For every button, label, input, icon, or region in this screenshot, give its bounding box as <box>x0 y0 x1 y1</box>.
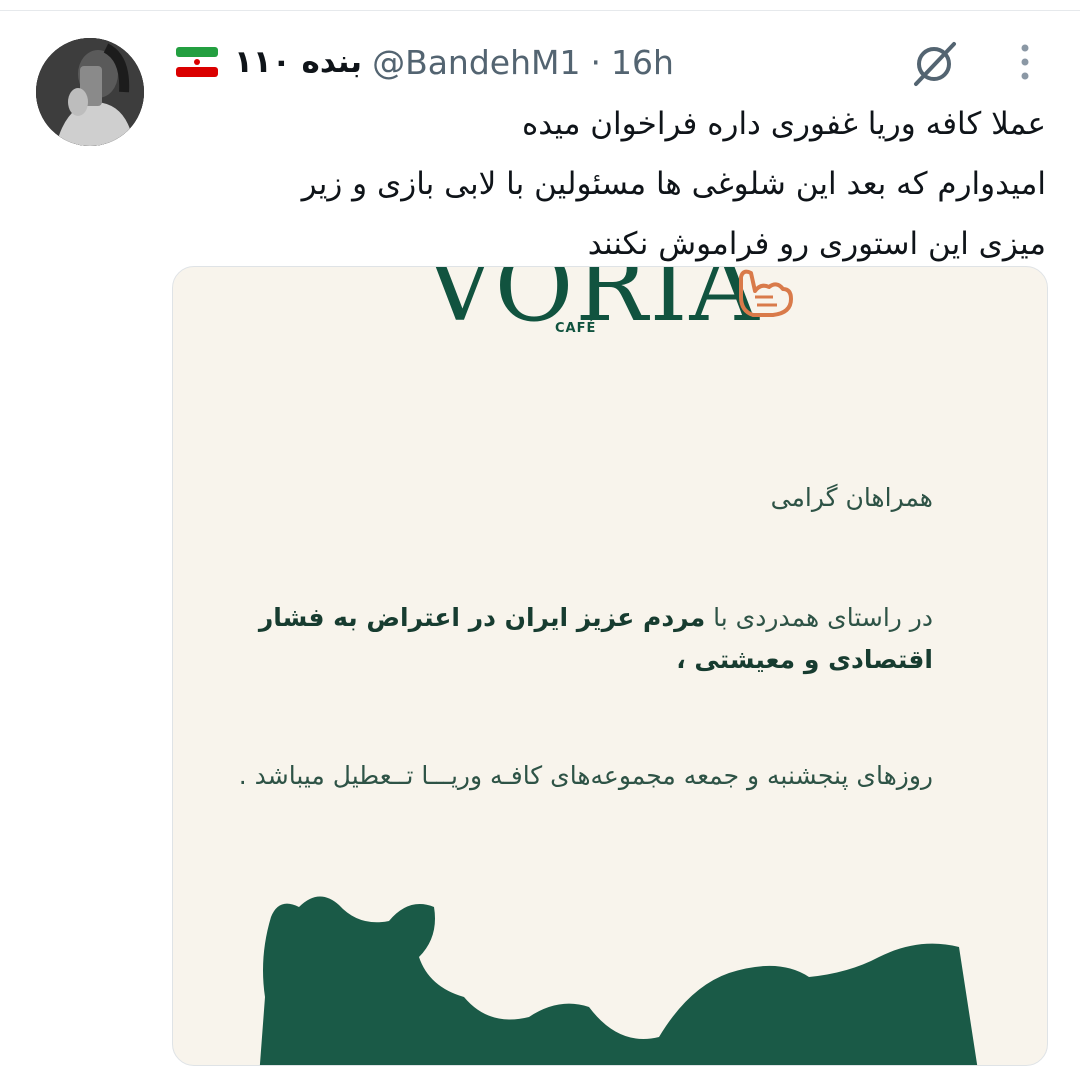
story-paragraph-1: در راستای همدردی با مردم عزیز ایران در ا… <box>233 597 933 681</box>
tweet-line-1: عملا کافه وریا غفوری داره فراخوان میده <box>521 106 1046 142</box>
story-paragraph-2: روزهای پنجشنبه و جمعه مجموعه‌های کافـه و… <box>238 761 933 790</box>
logo-subtitle: CAFÉ <box>555 321 597 336</box>
more-vertical-icon[interactable] <box>1010 40 1040 84</box>
user-handle[interactable]: @BandehM1 <box>372 43 580 82</box>
iran-flag-icon <box>176 47 218 77</box>
separator-dot: · <box>590 42 601 82</box>
tweet-header: بنده ۱۱۰ @BandehM1 · 16h <box>176 40 674 84</box>
avatar[interactable] <box>36 38 144 146</box>
tweet-media-image[interactable]: VORIA CAFÉ همراهان گرامی در راستای همدرد… <box>172 266 1048 1066</box>
tweet[interactable]: بنده ۱۱۰ @BandehM1 · 16h عملا کافه وریا … <box>0 0 1080 1066</box>
tweet-text: عملا کافه وریا غفوری داره فراخوان میده ا… <box>186 94 1046 274</box>
display-name[interactable]: بنده ۱۱۰ <box>234 44 362 80</box>
slashed-circle-icon[interactable] <box>908 38 960 90</box>
iran-map-shape <box>259 877 979 1065</box>
timestamp[interactable]: 16h <box>611 43 674 82</box>
tweet-line-3: میزی این استوری رو فراموش نکنند <box>587 226 1046 262</box>
story-greeting: همراهان گرامی <box>770 483 933 512</box>
tweet-line-2: امیدوارم که بعد این شلوغی ها مسئولین با … <box>301 166 1046 202</box>
hand-icon <box>733 267 797 317</box>
para1-prefix: در راستای همدردی با <box>705 603 933 632</box>
